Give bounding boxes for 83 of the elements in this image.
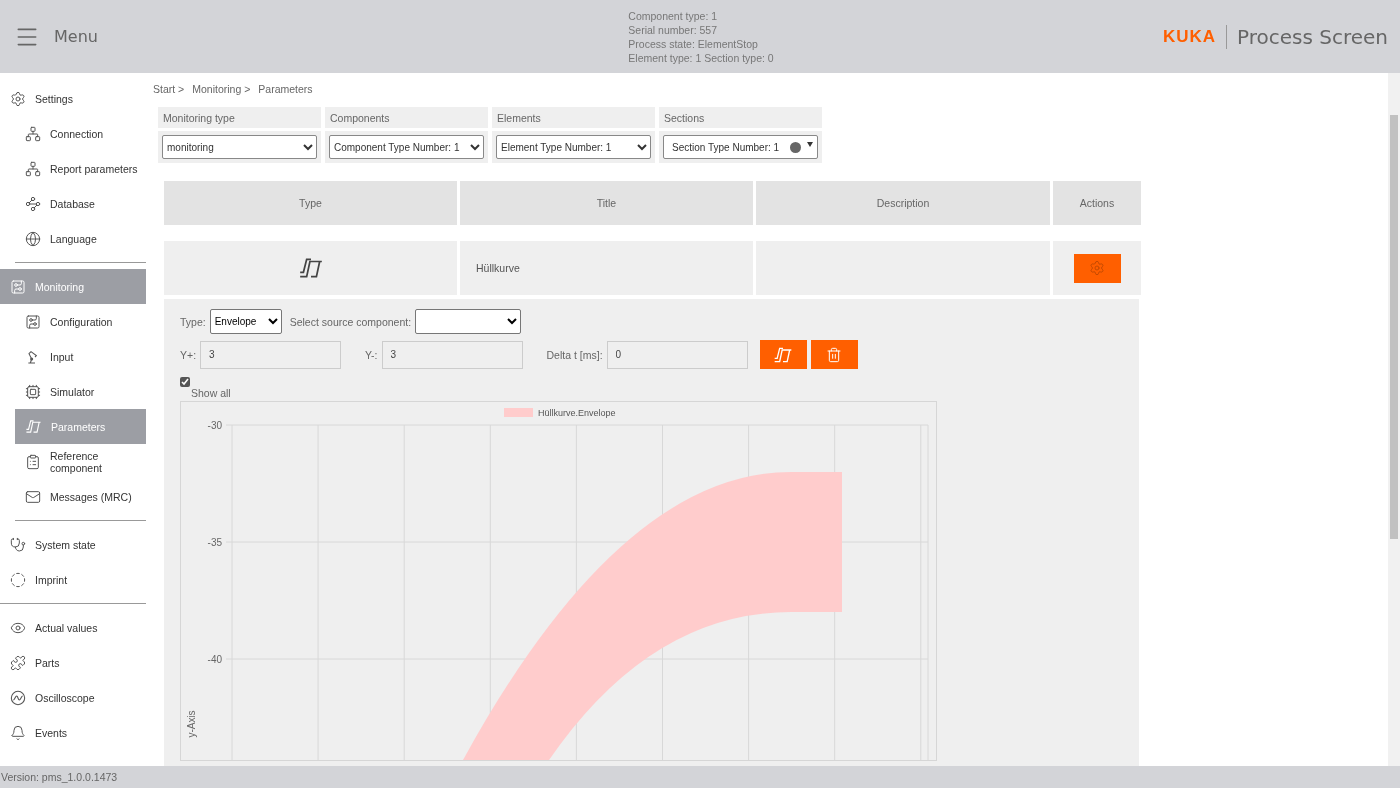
sidebar-item[interactable]: Imprint (0, 562, 146, 597)
scrollbar[interactable] (1388, 73, 1400, 766)
filter-select[interactable]: Element Type Number: 1 (496, 135, 651, 159)
globe-icon (25, 230, 41, 247)
sidebar-item[interactable]: Messages (MRC) (15, 479, 146, 514)
show-all-checkbox[interactable] (180, 377, 190, 387)
sidebar-item[interactable]: Database (15, 186, 146, 221)
sidebar-item[interactable]: Report parameters (15, 151, 146, 186)
circuit-board-icon (25, 383, 41, 400)
delete-button[interactable] (810, 340, 858, 369)
caret-icon (807, 142, 813, 148)
filter-select[interactable]: Section Type Number: 1 (663, 135, 818, 159)
column-header: Title (460, 181, 753, 225)
source-label: Select source component: (289, 315, 412, 328)
sidebar-item[interactable]: Input (15, 339, 146, 374)
dashed-circle-icon (10, 571, 26, 588)
settings-icon (10, 90, 26, 107)
menu-button[interactable]: Menu (14, 23, 98, 50)
component-info-text: Serial number: 557 (628, 22, 719, 37)
sidebar-item[interactable]: Language (15, 221, 146, 256)
value-field[interactable]: 0 (606, 340, 748, 369)
mail-icon (25, 488, 41, 505)
wave-circle-icon (10, 689, 26, 706)
component-info-text: Process state: ElementStop (628, 36, 759, 51)
sidebar-item[interactable]: System state (0, 527, 146, 562)
sidebar-item[interactable]: Actual values (0, 610, 146, 645)
sidebar-item[interactable]: Settings (0, 81, 146, 116)
type-select[interactable]: Envelope (209, 309, 282, 334)
type-label: Type: (180, 315, 206, 328)
filter-header: Components (325, 107, 488, 128)
y-tick-label: -30 (207, 420, 222, 431)
sidebar-item[interactable]: Parts (0, 645, 146, 680)
breadcrumb-link[interactable]: Start > (153, 83, 185, 95)
y-tick-label: -35 (207, 537, 222, 548)
brand-logo: KUKA (1162, 26, 1216, 47)
puzzle-icon (10, 654, 26, 671)
field-label: Y-: (365, 348, 378, 361)
breadcrumb-link[interactable]: Monitoring > (192, 83, 251, 95)
clipboard-list-icon (25, 453, 41, 470)
network-icon (25, 125, 41, 142)
envelope-curve-icon (297, 255, 324, 281)
sidebar-item[interactable]: Reference component (15, 444, 146, 479)
app-title: Process Screen (1237, 24, 1388, 49)
legend-swatch (504, 408, 533, 417)
sidebar-item[interactable]: Configuration (15, 304, 146, 339)
value-field[interactable]: 3 (200, 340, 342, 369)
y-axis-label: y-Axis (186, 710, 197, 738)
column-header: Actions (1053, 181, 1141, 225)
filter-select[interactable]: monitoring (162, 135, 317, 159)
network-icon (25, 160, 41, 177)
sidebar-item[interactable]: Oscilloscope (0, 680, 146, 715)
field-label: Delta t [ms]: (546, 348, 603, 361)
circuit-board-icon (10, 278, 26, 295)
filter-header: Sections (659, 107, 822, 128)
field-label: Y+: (180, 348, 197, 361)
source-select[interactable] (415, 309, 522, 334)
stethoscope-icon (10, 536, 26, 553)
envelope-curve-icon (25, 418, 42, 435)
filter-select[interactable]: Component Type Number: 1 (329, 135, 484, 159)
filter-header: Monitoring type (158, 107, 321, 128)
trash-icon (826, 346, 843, 363)
circuit-board-icon (25, 313, 41, 330)
settings-icon (1089, 260, 1105, 276)
table-cell: Hüllkurve (460, 241, 753, 295)
legend-label: Hüllkurve.Envelope (538, 408, 616, 418)
column-header: Type (164, 181, 457, 225)
column-header: Description (756, 181, 1050, 225)
sidebar-item[interactable]: Events (0, 715, 146, 750)
component-info-text: Element type: 1 Section type: 0 (628, 50, 774, 65)
y-tick-label: -40 (207, 654, 222, 665)
status-dot-icon (790, 141, 801, 153)
bell-icon (10, 724, 26, 741)
component-info-text: Component type: 1 (628, 8, 719, 23)
sidebar-item[interactable]: Connection (15, 116, 146, 151)
checkbox-label: Show all (191, 387, 231, 399)
node-graph-icon (25, 195, 41, 212)
envelope-button[interactable] (759, 340, 807, 369)
value-field[interactable]: 3 (381, 340, 523, 369)
version-text: Version: pms_1.0.0.1473 (0, 766, 1400, 788)
breadcrumb-link[interactable]: Parameters (258, 83, 313, 95)
sidebar-item[interactable]: Simulator (15, 374, 146, 409)
filter-header: Elements (492, 107, 655, 128)
settings-button[interactable] (1073, 253, 1121, 283)
